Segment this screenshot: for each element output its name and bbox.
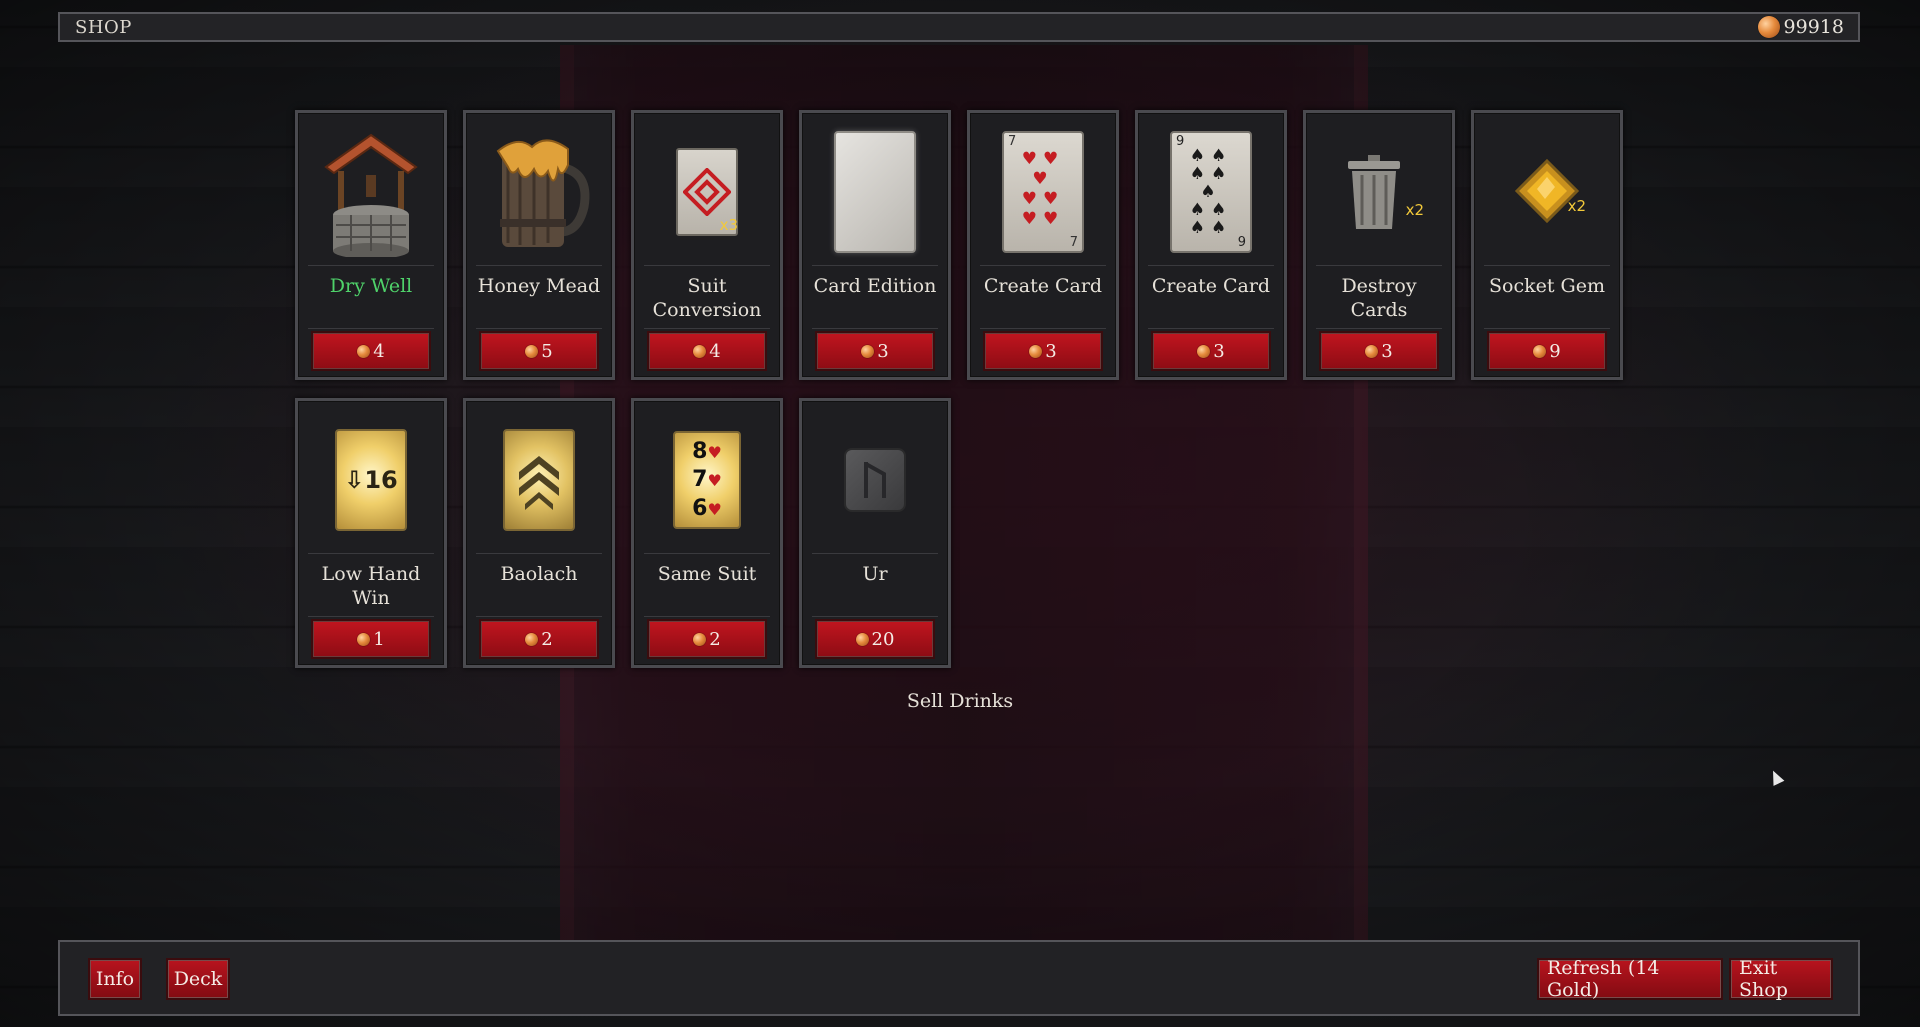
buy-button[interactable]: 2	[647, 619, 767, 659]
shop-item-card-edition[interactable]: Card Edition 3	[799, 110, 951, 380]
gem-icon: x2	[1484, 123, 1610, 261]
quantity-badge: x2	[1405, 201, 1424, 219]
buy-button[interactable]: 2	[479, 619, 599, 659]
coin-icon	[1533, 344, 1547, 358]
refresh-button[interactable]: Refresh (14 Gold)	[1537, 957, 1723, 1001]
shop-title: SHOP	[75, 16, 132, 38]
gold-amount: 99918	[1783, 16, 1844, 38]
shop-item-same-suit[interactable]: 8♥ 7♥ 6♥ Same Suit 2	[631, 398, 783, 668]
item-name: Baolach	[476, 553, 602, 617]
buy-button[interactable]: 20	[815, 619, 935, 659]
low-hand-card-icon: ⇩16	[308, 411, 434, 549]
shop-item-dry-well[interactable]: Dry Well 4	[295, 110, 447, 380]
top-bar: SHOP 99918	[58, 12, 1860, 42]
item-name: Create Card	[980, 265, 1106, 329]
shop-item-suit-conversion[interactable]: x3 Suit Conversion 4	[631, 110, 783, 380]
item-name: Destroy Cards	[1316, 265, 1442, 329]
shop-item-create-card-hearts[interactable]: 7 7 ♥♥ ♥ ♥♥ ♥♥ Create Card 3	[967, 110, 1119, 380]
rune-stone-icon	[812, 411, 938, 549]
coin-icon	[357, 344, 371, 358]
quantity-badge: x2	[1567, 197, 1586, 215]
buy-button[interactable]: 9	[1487, 331, 1607, 371]
buy-button[interactable]: 3	[1151, 331, 1271, 371]
item-name: Same Suit	[644, 553, 770, 617]
seven-of-hearts-icon: 7 7 ♥♥ ♥ ♥♥ ♥♥	[980, 123, 1106, 261]
shop-item-socket-gem[interactable]: x2 Socket Gem 9	[1471, 110, 1623, 380]
coin-icon	[693, 344, 707, 358]
coin-icon	[525, 632, 539, 646]
well-icon	[308, 123, 434, 261]
trash-can-icon: x2	[1316, 123, 1442, 261]
sell-drinks-label[interactable]: Sell Drinks	[0, 690, 1920, 712]
coin-icon	[693, 632, 707, 646]
quantity-badge: x3	[719, 216, 738, 234]
shop-item-low-hand-win[interactable]: ⇩16 Low Hand Win 1	[295, 398, 447, 668]
buy-button[interactable]: 3	[983, 331, 1103, 371]
buy-button[interactable]: 3	[815, 331, 935, 371]
chevron-card-icon	[476, 411, 602, 549]
item-name: Card Edition	[812, 265, 938, 329]
item-name: Socket Gem	[1484, 265, 1610, 329]
item-name: Dry Well	[308, 265, 434, 329]
coin-icon	[525, 344, 539, 358]
info-button[interactable]: Info	[88, 958, 142, 1000]
coin-icon	[1197, 344, 1211, 358]
shop-item-ur[interactable]: Ur 20	[799, 398, 951, 668]
buy-button[interactable]: 5	[479, 331, 599, 371]
nine-of-spades-icon: 9 9 ♠♠ ♠♠ ♠ ♠♠ ♠♠	[1148, 123, 1274, 261]
bottom-bar: Info Deck Refresh (14 Gold) Exit Shop	[58, 940, 1860, 1016]
coin-icon	[357, 632, 371, 646]
diamond-suit-card-icon: x3	[644, 123, 770, 261]
item-name: Honey Mead	[476, 265, 602, 329]
mead-mug-icon	[476, 123, 602, 261]
gold-counter: 99918	[1757, 16, 1844, 38]
item-name: Suit Conversion	[644, 265, 770, 329]
shop-item-honey-mead[interactable]: Honey Mead 5	[463, 110, 615, 380]
buy-button[interactable]: 1	[311, 619, 431, 659]
same-suit-card-icon: 8♥ 7♥ 6♥	[644, 411, 770, 549]
item-name: Ur	[812, 553, 938, 617]
deck-button[interactable]: Deck	[166, 958, 230, 1000]
item-name: Low Hand Win	[308, 553, 434, 617]
coin-icon	[855, 632, 869, 646]
coin-icon	[1365, 344, 1379, 358]
buy-button[interactable]: 4	[311, 331, 431, 371]
item-name: Create Card	[1148, 265, 1274, 329]
shop-item-baolach[interactable]: Baolach 2	[463, 398, 615, 668]
buy-button[interactable]: 3	[1319, 331, 1439, 371]
coin-icon	[861, 344, 875, 358]
buy-button[interactable]: 4	[647, 331, 767, 371]
shop-item-create-card-spades[interactable]: 9 9 ♠♠ ♠♠ ♠ ♠♠ ♠♠ Create Card 3	[1135, 110, 1287, 380]
blank-card-icon	[812, 123, 938, 261]
shop-item-destroy-cards[interactable]: x2 Destroy Cards 3	[1303, 110, 1455, 380]
coin-icon	[1757, 16, 1780, 38]
coin-icon	[1029, 344, 1043, 358]
exit-shop-button[interactable]: Exit Shop	[1729, 957, 1833, 1001]
